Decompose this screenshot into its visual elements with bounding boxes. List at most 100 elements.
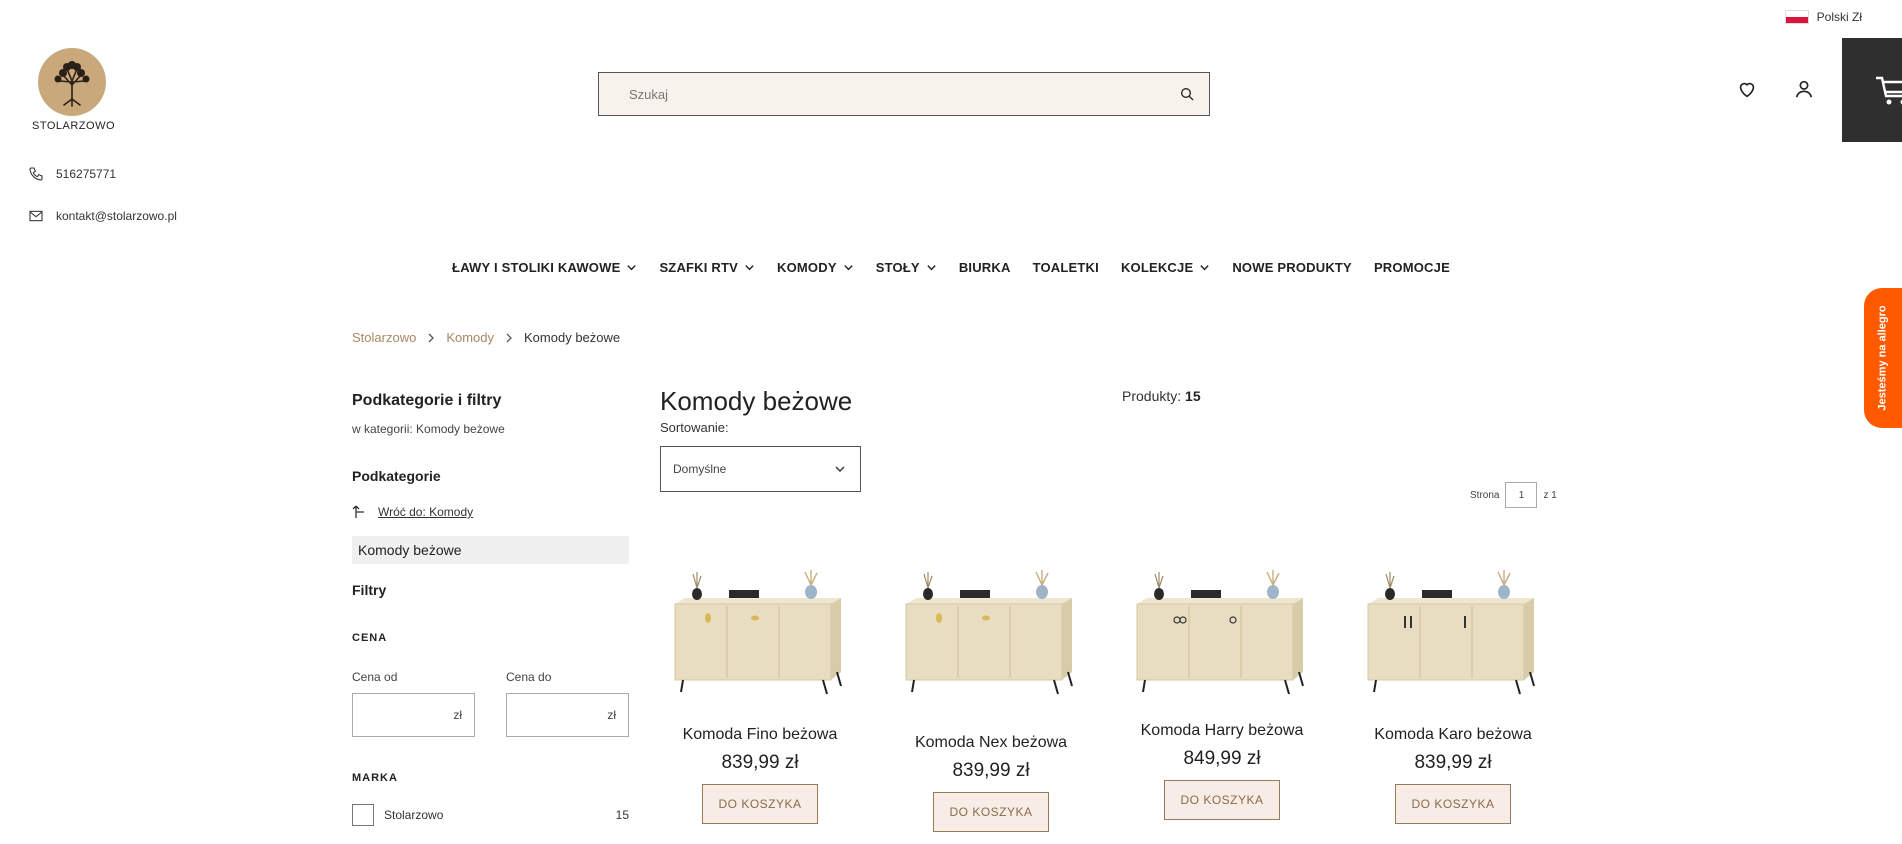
breadcrumb: Stolarzowo Komody Komody beżowe: [352, 330, 620, 345]
product-card[interactable]: Komoda Harry beżowa 849,99 zł DO KOSZYKA: [1117, 568, 1327, 820]
phone-icon: [29, 167, 43, 181]
email-address: kontakt@stolarzowo.pl: [56, 209, 177, 223]
nav-item-6[interactable]: KOLEKCJE: [1121, 260, 1210, 275]
nav-item-2[interactable]: KOMODY: [777, 260, 854, 275]
wishlist-heart-icon[interactable]: [1736, 78, 1758, 100]
nav-item-1[interactable]: SZAFKI RTV: [659, 260, 755, 275]
add-to-cart-button[interactable]: DO KOSZYKA: [933, 792, 1049, 832]
page-input[interactable]: 1: [1505, 482, 1538, 508]
nav-item-label: ŁAWY I STOLIKI KAWOWE: [452, 260, 621, 275]
product-image[interactable]: [1348, 568, 1558, 718]
price-from-input[interactable]: zł: [352, 693, 475, 737]
pagination: Strona 1 z 1: [1470, 482, 1557, 508]
currency-label: Polski Zł: [1816, 10, 1862, 24]
email-contact[interactable]: kontakt@stolarzowo.pl: [28, 208, 177, 224]
nav-item-label: TOALETKI: [1032, 260, 1099, 275]
nav-item-3[interactable]: STOŁY: [876, 260, 937, 275]
price-filter-label: CENA: [352, 632, 388, 644]
product-price: 839,99 zł: [952, 760, 1030, 781]
count-value: 15: [1185, 388, 1201, 404]
price-from-label: Cena od: [352, 670, 398, 684]
count-label: Produkty:: [1122, 388, 1182, 404]
sort-select[interactable]: Domyślne: [660, 446, 861, 492]
product-price: 849,99 zł: [1183, 748, 1261, 769]
chevron-down-icon: [745, 265, 754, 271]
chevron-down-icon: [627, 265, 637, 271]
breadcrumb-home[interactable]: Stolarzowo: [352, 330, 416, 345]
nav-item-8[interactable]: PROMOCJE: [1374, 260, 1450, 275]
search-bar: [598, 72, 1210, 116]
add-to-cart-button[interactable]: DO KOSZYKA: [1164, 780, 1280, 820]
breadcrumb-parent[interactable]: Komody: [446, 330, 494, 345]
search-input[interactable]: [629, 86, 1179, 102]
page-title: Komody beżowe: [660, 386, 853, 416]
nav-item-5[interactable]: TOALETKI: [1033, 260, 1099, 275]
back-to-parent-link[interactable]: Wróć do: Komody: [352, 505, 473, 519]
product-price: 839,99 zł: [1414, 752, 1492, 773]
product-card[interactable]: Komoda Karo beżowa 839,99 zł DO KOSZYKA: [1348, 568, 1558, 824]
nav-item-label: SZAFKI RTV: [659, 260, 738, 275]
cart-button[interactable]: [1842, 38, 1902, 142]
currency-suffix: zł: [607, 708, 616, 722]
mail-icon: [29, 210, 43, 222]
product-name[interactable]: Komoda Karo beżowa: [1348, 726, 1558, 744]
product-price: 839,99 zł: [721, 752, 799, 773]
chevron-down-icon: [927, 265, 936, 271]
currency-selector[interactable]: Polski Zł: [1784, 10, 1862, 24]
brand-checkbox[interactable]: [352, 804, 374, 826]
subcategories-heading: Podkategorie: [352, 468, 441, 484]
brand-option-label: Stolarzowo: [384, 808, 444, 822]
price-to-label: Cena do: [506, 670, 552, 684]
sort-selected-value: Domyślne: [673, 462, 727, 476]
logo[interactable]: STOLARZOWO: [32, 48, 116, 132]
nav-item-0[interactable]: ŁAWY I STOLIKI KAWOWE: [452, 260, 637, 275]
allegro-label: Jesteśmy na allegro: [1877, 305, 1890, 411]
chevron-down-icon: [844, 265, 853, 271]
add-to-cart-button[interactable]: DO KOSZYKA: [702, 784, 818, 824]
product-image[interactable]: [886, 568, 1096, 718]
allegro-badge[interactable]: Jesteśmy na allegro: [1864, 288, 1902, 428]
product-image[interactable]: [655, 568, 865, 718]
brand-filter-label: MARKA: [352, 772, 398, 784]
sidebar-subtitle: w kategorii: Komody beżowe: [352, 422, 505, 436]
sidebar-title: Podkategorie i filtry: [352, 392, 502, 409]
back-link-label: Wróć do: Komody: [378, 505, 474, 519]
page-label: Strona: [1470, 489, 1500, 501]
search-icon[interactable]: [1179, 86, 1195, 102]
tree-logo-icon: [38, 48, 106, 116]
nav-item-label: NOWE PRODUKTY: [1232, 260, 1352, 275]
phone-number: 516275771: [56, 167, 117, 181]
product-card[interactable]: Komoda Fino beżowa 839,99 zł DO KOSZYKA: [655, 568, 865, 824]
currency-suffix: zł: [453, 708, 462, 722]
price-to-input[interactable]: zł: [506, 693, 629, 737]
product-card[interactable]: Komoda Nex beżowa 839,99 zł DO KOSZYKA: [886, 568, 1096, 832]
nav-item-7[interactable]: NOWE PRODUKTY: [1232, 260, 1352, 275]
subcategory-active[interactable]: Komody beżowe: [352, 536, 629, 564]
nav-item-label: PROMOCJE: [1373, 260, 1450, 275]
product-count: Produkty: 15: [1122, 388, 1201, 404]
product-name[interactable]: Komoda Harry beżowa: [1117, 722, 1327, 740]
add-to-cart-button[interactable]: DO KOSZYKA: [1395, 784, 1511, 824]
logo-text: STOLARZOWO: [32, 120, 116, 132]
chevron-right-icon: [506, 333, 512, 342]
main-navigation: ŁAWY I STOLIKI KAWOWE SZAFKI RTV KOMODY STO…: [0, 260, 1902, 275]
phone-contact[interactable]: 516275771: [28, 166, 116, 182]
back-arrow-icon: [352, 505, 364, 518]
nav-item-label: BIURKA: [958, 260, 1011, 275]
chevron-down-icon: [1200, 265, 1210, 271]
nav-item-label: KOMODY: [777, 260, 837, 275]
nav-item-4[interactable]: BIURKA: [959, 260, 1011, 275]
product-image[interactable]: [1117, 568, 1327, 718]
brand-option-row[interactable]: Stolarzowo 15: [352, 804, 629, 826]
breadcrumb-current: Komody beżowe: [524, 330, 621, 345]
cart-icon: [1876, 76, 1902, 105]
page-total: z 1: [1543, 489, 1557, 501]
chevron-right-icon: [428, 333, 435, 342]
product-name[interactable]: Komoda Fino beżowa: [655, 726, 865, 744]
chevron-down-icon: [835, 466, 845, 472]
sort-label: Sortowanie:: [660, 420, 729, 435]
user-account-icon[interactable]: [1793, 78, 1815, 100]
product-name[interactable]: Komoda Nex beżowa: [886, 734, 1096, 752]
nav-item-label: STOŁY: [875, 260, 920, 275]
filters-heading: Filtry: [352, 582, 387, 598]
